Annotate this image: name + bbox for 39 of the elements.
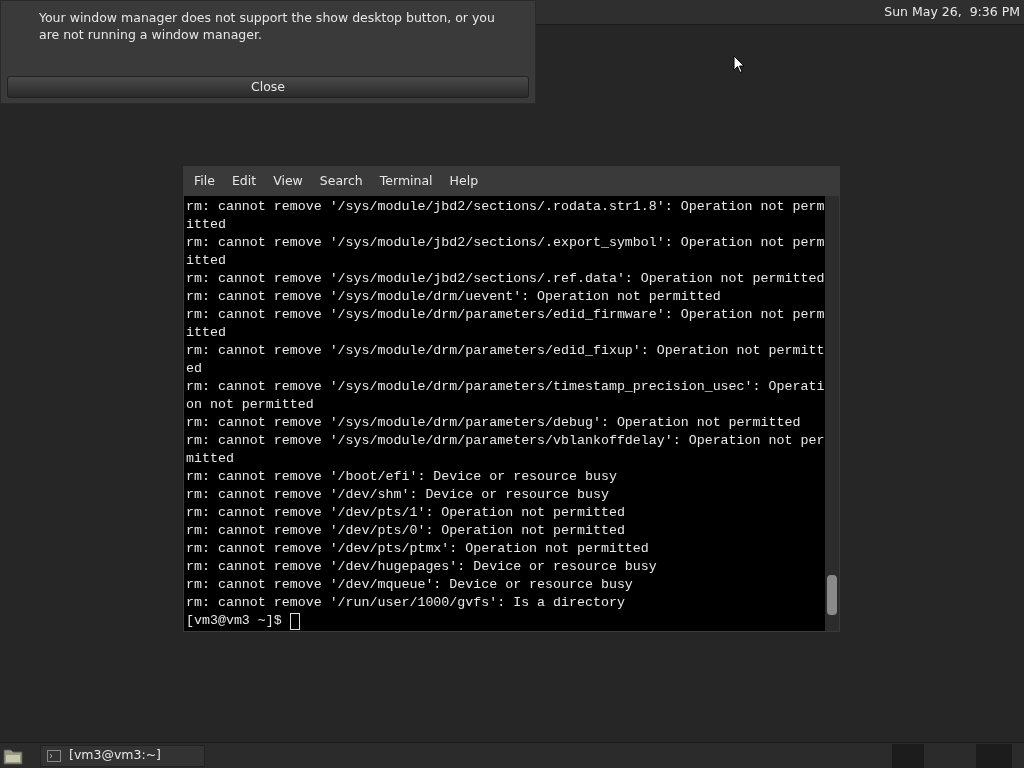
terminal-output-line: rm: cannot remove '/sys/module/drm/parameters/edid_fixup': Operation not permitt (186, 343, 825, 358)
terminal-output-line: rm: cannot remove '/sys/module/jbd2/sections/.ref.data': Operation not permitted (186, 271, 825, 286)
terminal-output-line: rm: cannot remove '/sys/module/drm/parameters/vblankoffdelay': Operation not per (186, 433, 825, 448)
terminal-output-line: itted (186, 325, 226, 340)
terminal-output-line: rm: cannot remove '/dev/pts/ptmx': Operation not permitted (186, 541, 649, 556)
terminal-output-line: rm: cannot remove '/sys/module/jbd2/sections/.rodata.str1.8': Operation not perm (186, 199, 825, 214)
terminal-output-line: rm: cannot remove '/dev/pts/0': Operation not permitted (186, 523, 625, 538)
terminal-output-line: on not permitted (186, 397, 314, 412)
terminal-output-line: rm: cannot remove '/dev/pts/1': Operation not permitted (186, 505, 625, 520)
menu-item[interactable]: Help (442, 171, 487, 191)
taskbar-button[interactable]: [vm3@vm3:~] (40, 744, 205, 767)
shell-prompt: [vm3@vm3 ~]$ (186, 612, 282, 630)
scrollbar-thumb[interactable] (827, 575, 837, 615)
menu-item[interactable]: View (266, 171, 311, 191)
clock[interactable]: Sun May 26, 9:36 PM (884, 2, 1020, 22)
terminal-output-line: rm: cannot remove '/sys/module/jbd2/sections/.export_symbol': Operation not perm (186, 235, 825, 250)
menu-item[interactable]: Terminal (372, 171, 441, 191)
mouse-pointer-icon (733, 55, 745, 74)
text-cursor (289, 612, 300, 630)
close-button[interactable]: Close (7, 76, 529, 98)
terminal-output-line: itted (186, 217, 226, 232)
terminal-output-line: rm: cannot remove '/dev/hugepages': Device or resource busy (186, 559, 657, 574)
scrollbar[interactable] (825, 196, 839, 631)
terminal-icon (47, 749, 61, 762)
menu-item[interactable]: Search (312, 171, 371, 191)
terminal-output-line: rm: cannot remove '/sys/module/drm/parameters/debug': Operation not permitted (186, 415, 801, 430)
terminal-output-line: ed (186, 361, 202, 376)
terminal-output-line: mitted (186, 451, 234, 466)
terminal-output-line: rm: cannot remove '/sys/module/drm/uevent': Operation not permitted (186, 289, 721, 304)
terminal-output-line: rm: cannot remove '/dev/shm': Device or resource busy (186, 487, 609, 502)
menu-item[interactable]: Edit (224, 171, 265, 191)
terminal-output-line: rm: cannot remove '/sys/module/drm/parameters/timestamp_precision_usec': Operati (186, 379, 825, 394)
terminal-output-line: rm: cannot remove '/sys/module/drm/parameters/edid_firmware': Operation not perm (186, 307, 825, 322)
terminal-output-line: rm: cannot remove '/boot/efi': Device or resource busy (186, 469, 617, 484)
notification-message: Your window manager does not support the show desktop button, or you are not running a window manager. (38, 9, 496, 43)
menu-item[interactable]: File (187, 171, 223, 191)
terminal-output-line: itted (186, 253, 226, 268)
terminal-output-line: rm: cannot remove '/run/user/1000/gvfs': Is a directory (186, 595, 625, 610)
terminal-output-line: rm: cannot remove '/dev/mqueue': Device or resource busy (186, 577, 633, 592)
